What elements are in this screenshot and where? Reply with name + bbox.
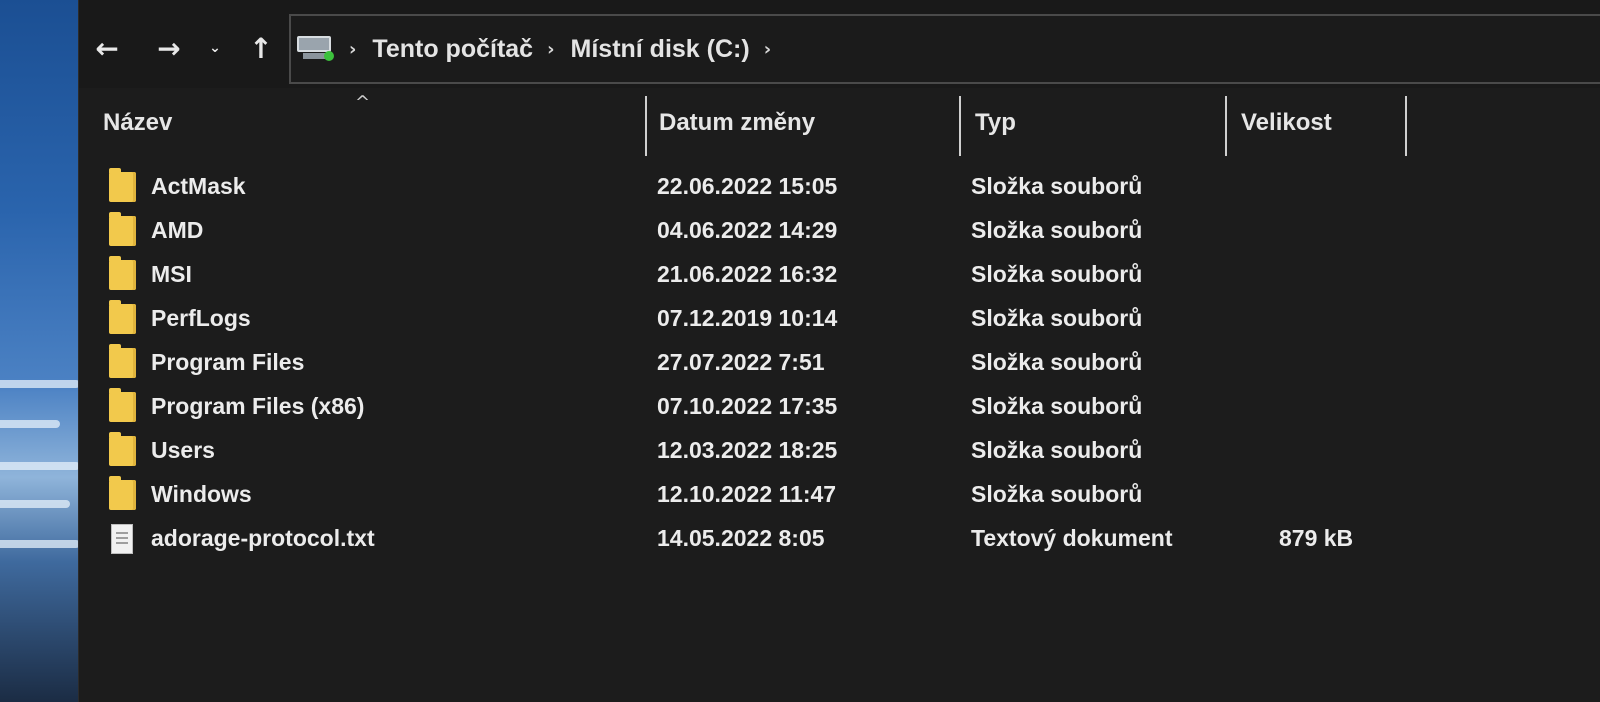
list-item[interactable]: PerfLogs 07.12.2019 10:14 Složka souborů (79, 296, 1479, 340)
column-divider[interactable] (959, 96, 961, 156)
list-item[interactable]: AMD 04.06.2022 14:29 Složka souborů (79, 208, 1479, 252)
folder-icon (109, 256, 136, 290)
item-type: Složka souborů (971, 436, 1143, 463)
item-date: 04.06.2022 14:29 (657, 216, 838, 243)
folder-icon (109, 344, 136, 378)
wallpaper-cloud (0, 540, 80, 548)
recent-locations-chevron-icon[interactable]: ⌄ (203, 28, 227, 68)
column-divider[interactable] (1405, 96, 1407, 156)
desktop-wallpaper (0, 0, 80, 702)
item-size: 879 kB (1279, 524, 1354, 551)
navigation-toolbar: ← → ⌄ ↑ › Tento počítač › Místní disk (C… (79, 0, 1600, 88)
breadcrumb-expand-chevron-icon[interactable]: › (764, 39, 771, 60)
computer-icon (297, 36, 335, 62)
item-date: 12.03.2022 18:25 (657, 436, 838, 463)
item-type: Složka souborů (971, 216, 1143, 243)
item-name: Program Files (151, 348, 305, 375)
folder-icon (109, 388, 136, 422)
forward-arrow-icon[interactable]: → (151, 28, 187, 68)
sort-ascending-icon: ^ (355, 92, 371, 113)
item-date: 07.12.2019 10:14 (657, 304, 838, 331)
item-date: 14.05.2022 8:05 (657, 524, 825, 551)
list-item[interactable]: Program Files 27.07.2022 7:51 Složka sou… (79, 340, 1479, 384)
item-date: 27.07.2022 7:51 (657, 348, 825, 375)
column-divider[interactable] (1225, 96, 1227, 156)
breadcrumb-local-disk[interactable]: Místní disk (C:) (571, 35, 750, 64)
address-bar[interactable]: › Tento počítač › Místní disk (C:) › (289, 14, 1600, 84)
list-item[interactable]: adorage-protocol.txt 14.05.2022 8:05 Tex… (79, 516, 1479, 560)
item-date: 21.06.2022 16:32 (657, 260, 838, 287)
column-divider[interactable] (645, 96, 647, 156)
breadcrumb-separator-icon: › (349, 38, 357, 60)
item-name: Users (151, 436, 215, 463)
column-header-row: ^ Název Datum změny Typ Velikost (79, 88, 1600, 158)
folder-icon (109, 432, 136, 466)
item-type: Složka souborů (971, 172, 1143, 199)
item-name: ActMask (151, 172, 246, 199)
text-file-icon (111, 524, 133, 554)
folder-icon (109, 168, 136, 202)
column-header-type[interactable]: Typ (975, 88, 1016, 158)
folder-icon (109, 212, 136, 246)
item-name: MSI (151, 260, 192, 287)
list-item[interactable]: ActMask 22.06.2022 15:05 Složka souborů (79, 164, 1479, 208)
list-item[interactable]: Program Files (x86) 07.10.2022 17:35 Slo… (79, 384, 1479, 428)
wallpaper-cloud (0, 500, 70, 508)
breadcrumb-separator-icon: › (547, 38, 555, 60)
item-type: Složka souborů (971, 392, 1143, 419)
file-explorer-window: ← → ⌄ ↑ › Tento počítač › Místní disk (C… (78, 0, 1600, 702)
wallpaper-cloud (0, 462, 80, 470)
list-item[interactable]: Windows 12.10.2022 11:47 Složka souborů (79, 472, 1479, 516)
item-name: Program Files (x86) (151, 392, 365, 419)
item-type: Složka souborů (971, 260, 1143, 287)
item-type: Složka souborů (971, 480, 1143, 507)
item-name: adorage-protocol.txt (151, 524, 375, 551)
item-date: 12.10.2022 11:47 (657, 480, 837, 507)
up-arrow-icon[interactable]: ↑ (245, 28, 277, 68)
item-name: AMD (151, 216, 204, 243)
item-type: Složka souborů (971, 304, 1143, 331)
item-date: 07.10.2022 17:35 (657, 392, 838, 419)
back-arrow-icon[interactable]: ← (89, 28, 125, 68)
wallpaper-cloud (0, 380, 80, 388)
item-date: 22.06.2022 15:05 (657, 172, 838, 199)
item-type: Složka souborů (971, 348, 1143, 375)
wallpaper-cloud (0, 420, 60, 428)
item-type: Textový dokument (971, 524, 1173, 551)
list-item[interactable]: MSI 21.06.2022 16:32 Složka souborů (79, 252, 1479, 296)
folder-icon (109, 300, 136, 334)
item-name: Windows (151, 480, 252, 507)
folder-icon (109, 476, 136, 510)
column-header-date[interactable]: Datum změny (659, 88, 815, 158)
breadcrumb-this-pc[interactable]: Tento počítač (372, 35, 533, 64)
column-header-name[interactable]: Název (103, 88, 172, 158)
item-name: PerfLogs (151, 304, 251, 331)
column-header-size[interactable]: Velikost (1241, 88, 1332, 158)
list-item[interactable]: Users 12.03.2022 18:25 Složka souborů (79, 428, 1479, 472)
